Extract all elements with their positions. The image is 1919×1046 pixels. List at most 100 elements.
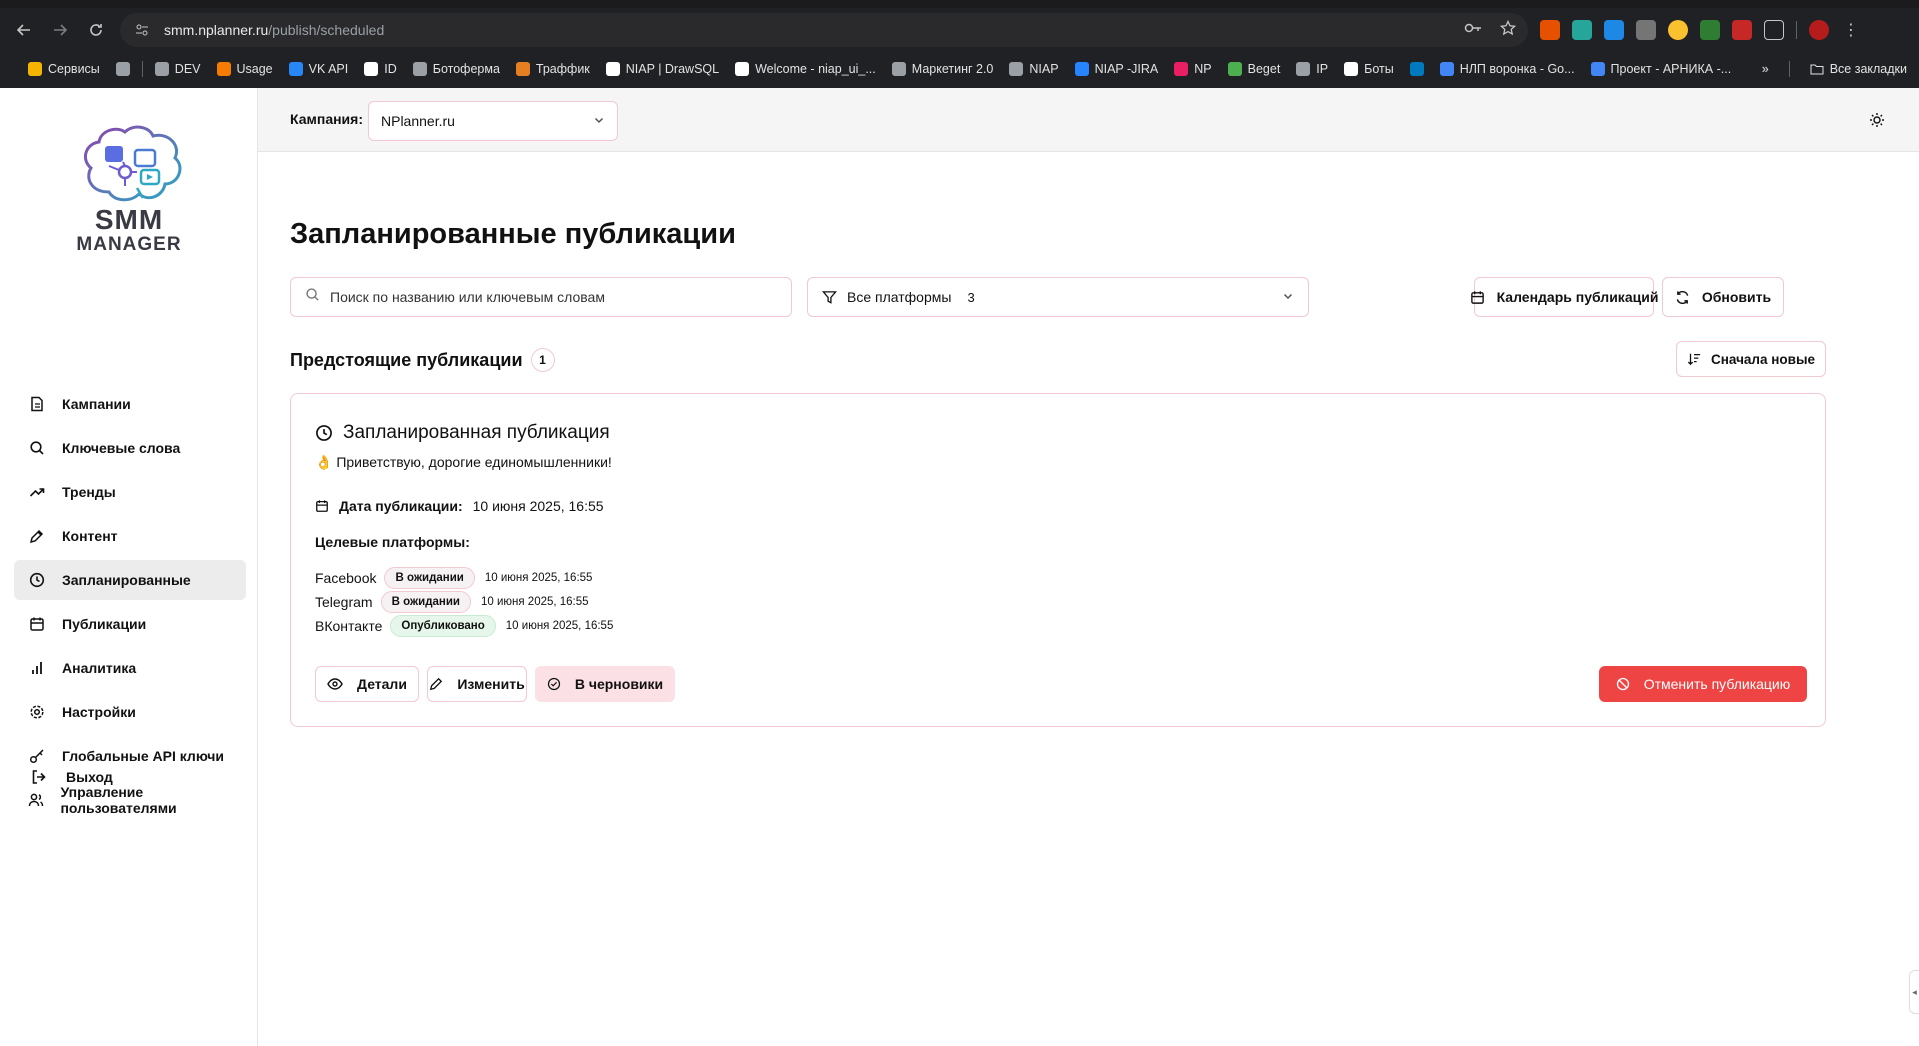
bookmarks-bar: Сервисы DEV Usage VK API ID Ботоферма Траффик N… <box>0 54 1919 84</box>
site-info-icon[interactable] <box>134 22 150 38</box>
bookmark-label: Сервисы <box>48 62 100 76</box>
calendar-icon <box>315 499 329 513</box>
bookmark-item[interactable]: Траффик <box>508 62 598 76</box>
to-drafts-button[interactable]: В черновики <box>535 666 675 702</box>
sidebar-item-users[interactable]: Управление пользователями <box>14 780 246 820</box>
platform-row-telegram: Telegram В ожидании 10 июня 2025, 16:55 <box>315 591 589 613</box>
bookmark-item[interactable] <box>1402 62 1432 76</box>
bookmark-item[interactable]: Usage <box>209 62 281 76</box>
sidebar-menu: Кампании Ключевые слова Тренды Контент З… <box>14 384 246 824</box>
extensions-puzzle-icon[interactable] <box>1764 20 1784 40</box>
platform-date: 10 июня 2025, 16:55 <box>505 620 614 632</box>
bookmark-item[interactable]: IP <box>1288 62 1336 76</box>
status-badge: Опубликовано <box>390 615 496 637</box>
bookmark-item[interactable]: Welcome - niap_ui_... <box>727 62 884 76</box>
bookmark-label: VK API <box>308 62 349 76</box>
reload-button[interactable] <box>78 12 114 48</box>
password-key-icon[interactable] <box>1464 21 1482 39</box>
browser-menu-icon[interactable]: ⋮ <box>1841 20 1861 40</box>
bookmark-favicon-icon <box>154 62 169 76</box>
platform-filter-select[interactable]: Все платформы 3 <box>807 277 1309 317</box>
bookmark-item[interactable]: NIAP -JIRA <box>1067 62 1167 76</box>
bookmarks-divider <box>1788 61 1790 77</box>
bookmark-item[interactable]: NIAP | DrawSQL <box>598 62 727 76</box>
url-text: smm.nplanner.ru/publish/scheduled <box>164 22 384 38</box>
extension-screen-icon[interactable] <box>1604 20 1624 40</box>
bookmark-label: Beget <box>1247 62 1281 76</box>
bookmark-item[interactable]: VK API <box>281 62 357 76</box>
url-host: smm.nplanner.ru <box>164 22 269 38</box>
sidebar-item-campaigns[interactable]: Кампании <box>14 384 246 424</box>
platform-date: 10 июня 2025, 16:55 <box>480 596 589 608</box>
bookmark-item[interactable] <box>108 62 138 76</box>
bookmark-label: Боты <box>1364 62 1394 76</box>
sidebar-item-label: Запланированные <box>62 572 191 588</box>
extension-grid-icon[interactable] <box>1572 20 1592 40</box>
eye-icon <box>327 677 343 691</box>
bookmark-item[interactable]: Beget <box>1220 62 1289 76</box>
sidebar-item-content[interactable]: Контент <box>14 516 246 556</box>
extension-fox-icon[interactable] <box>1540 20 1560 40</box>
side-panel-handle-icon[interactable]: ◂ <box>1909 970 1919 1014</box>
bookmark-item[interactable]: Проект - АРНИКА -... <box>1583 62 1740 76</box>
bookmark-item[interactable]: Маркетинг 2.0 <box>884 62 1002 76</box>
bookmark-item[interactable]: Боты <box>1336 62 1402 76</box>
sidebar-item-label: Контент <box>62 528 118 544</box>
bookmark-item[interactable]: Сервисы <box>20 62 108 76</box>
bookmark-item[interactable]: NIAP <box>1001 62 1066 76</box>
calendar-button[interactable]: Календарь публикаций <box>1470 277 1658 317</box>
bookmark-item[interactable]: ID <box>356 62 405 76</box>
extensions-row: ⋮ <box>1540 13 1861 47</box>
campaign-select[interactable]: NPlanner.ru <box>368 101 618 141</box>
edit-button-label: Изменить <box>457 676 525 692</box>
cancel-publication-button[interactable]: Отменить публикацию <box>1599 666 1807 702</box>
publication-card: Запланированная публикация 👌 Приветствую… <box>290 393 1826 727</box>
bookmarks-bar-right: » Все закладки <box>1762 54 1907 84</box>
platform-row-facebook: Facebook В ожидании 10 июня 2025, 16:55 <box>315 567 592 589</box>
edit-button[interactable]: Изменить <box>427 666 527 702</box>
bookmark-item[interactable]: NP <box>1166 62 1219 76</box>
publication-excerpt: 👌 Приветствую, дорогие единомышленники! <box>315 454 612 470</box>
sidebar-item-settings[interactable]: Настройки <box>14 692 246 732</box>
details-button[interactable]: Детали <box>315 666 419 702</box>
search-field[interactable] <box>290 277 792 317</box>
bookmark-label: Ботоферма <box>432 62 500 76</box>
extension-camera-icon[interactable] <box>1636 20 1656 40</box>
forward-button[interactable] <box>42 12 78 48</box>
publication-title-text: Запланированная публикация <box>343 422 610 443</box>
sidebar-item-analytics[interactable]: Аналитика <box>14 648 246 688</box>
document-icon <box>28 395 46 413</box>
calendar-icon <box>28 615 46 633</box>
calendar-button-label: Календарь публикаций <box>1496 289 1659 305</box>
theme-toggle-sun-icon[interactable] <box>1867 110 1887 130</box>
logout-button[interactable]: Выход <box>30 768 113 786</box>
bookmark-item[interactable]: НЛП воронка - Go... <box>1432 62 1583 76</box>
bookmark-star-icon[interactable] <box>1499 19 1517 40</box>
sidebar-item-scheduled[interactable]: Запланированные <box>14 560 246 600</box>
trend-icon <box>28 483 46 501</box>
bookmark-favicon-icon <box>1074 62 1089 76</box>
sidebar-item-keywords[interactable]: Ключевые слова <box>14 428 246 468</box>
check-circle-icon <box>547 677 561 691</box>
bookmark-favicon-icon <box>1227 62 1242 76</box>
profile-avatar[interactable] <box>1809 20 1829 40</box>
sidebar-item-trends[interactable]: Тренды <box>14 472 246 512</box>
bookmark-item[interactable]: DEV <box>147 62 209 76</box>
address-bar[interactable]: smm.nplanner.ru/publish/scheduled <box>120 13 1528 47</box>
logout-label: Выход <box>66 769 113 785</box>
search-input[interactable] <box>330 289 770 305</box>
extension-green-icon[interactable] <box>1700 20 1720 40</box>
bookmark-label: Траффик <box>535 62 590 76</box>
sort-button[interactable]: Сначала новые <box>1676 341 1826 377</box>
back-button[interactable] <box>6 12 42 48</box>
extension-red-icon[interactable] <box>1732 20 1752 40</box>
bookmark-item[interactable]: Ботоферма <box>405 62 508 76</box>
to-drafts-button-label: В черновики <box>574 676 664 692</box>
bookmark-favicon-icon <box>891 62 906 76</box>
all-bookmarks-button[interactable]: Все закладки <box>1810 62 1907 76</box>
sidebar-item-publications[interactable]: Публикации <box>14 604 246 644</box>
bookmarks-overflow-icon[interactable]: » <box>1762 62 1769 76</box>
extension-colors-icon[interactable] <box>1668 20 1688 40</box>
filter-count: 3 <box>967 289 975 305</box>
refresh-button[interactable]: Обновить <box>1662 277 1784 317</box>
